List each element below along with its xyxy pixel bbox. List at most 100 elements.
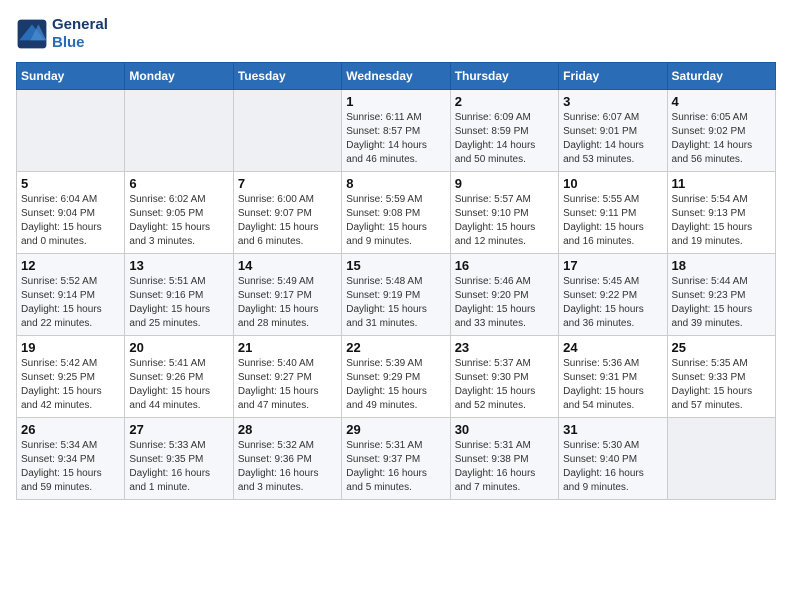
calendar-cell: 2 Sunrise: 6:09 AM Sunset: 8:59 PM Daylig… bbox=[450, 90, 558, 172]
day-number: 4 bbox=[672, 94, 771, 109]
calendar-cell: 11 Sunrise: 5:54 AM Sunset: 9:13 PM Dayli… bbox=[667, 172, 775, 254]
calendar-cell: 16 Sunrise: 5:46 AM Sunset: 9:20 PM Dayli… bbox=[450, 254, 558, 336]
calendar-cell: 13Sunrise: 5:51 AM Sunset: 9:16 PM Dayli… bbox=[125, 254, 233, 336]
day-number: 25 bbox=[672, 340, 771, 355]
day-info: Sunrise: 5:36 AM Sunset: 9:31 PM Dayligh… bbox=[563, 357, 662, 413]
day-header-saturday: Saturday bbox=[667, 63, 775, 90]
day-info: Sunrise: 6:07 AM Sunset: 9:01 PM Dayligh… bbox=[563, 111, 662, 167]
day-header-thursday: Thursday bbox=[450, 63, 558, 90]
day-info: Sunrise: 5:39 AM Sunset: 9:29 PM Dayligh… bbox=[346, 357, 445, 413]
calendar-cell bbox=[667, 418, 775, 500]
day-number: 23 bbox=[455, 340, 554, 355]
day-info: Sunrise: 5:40 AM Sunset: 9:27 PM Dayligh… bbox=[238, 357, 337, 413]
day-info: Sunrise: 5:37 AM Sunset: 9:30 PM Dayligh… bbox=[455, 357, 554, 413]
day-info: Sunrise: 5:31 AM Sunset: 9:38 PM Dayligh… bbox=[455, 439, 554, 495]
calendar-cell: 14 Sunrise: 5:49 AM Sunset: 9:17 PM Dayli… bbox=[233, 254, 341, 336]
logo-icon bbox=[16, 18, 48, 50]
logo-text: General Blue bbox=[52, 16, 108, 52]
day-number: 24 bbox=[563, 340, 662, 355]
day-info: Sunrise: 6:04 AM Sunset: 9:04 PM Dayligh… bbox=[21, 193, 120, 249]
calendar-cell bbox=[233, 90, 341, 172]
day-number: 20 bbox=[129, 340, 228, 355]
calendar-cell: 30 Sunrise: 5:31 AM Sunset: 9:38 PM Dayli… bbox=[450, 418, 558, 500]
calendar-cell: 15Sunrise: 5:48 AM Sunset: 9:19 PM Dayli… bbox=[342, 254, 450, 336]
calendar-cell: 18Sunrise: 5:44 AM Sunset: 9:23 PM Dayli… bbox=[667, 254, 775, 336]
day-number: 17 bbox=[563, 258, 662, 273]
calendar-cell: 23 Sunrise: 5:37 AM Sunset: 9:30 PM Dayli… bbox=[450, 336, 558, 418]
day-info: Sunrise: 5:54 AM Sunset: 9:13 PM Dayligh… bbox=[672, 193, 771, 249]
calendar-body: 1Sunrise: 6:11 AM Sunset: 8:57 PM Daylig… bbox=[17, 90, 776, 500]
calendar-week-3: 12 Sunrise: 5:52 AM Sunset: 9:14 PM Dayli… bbox=[17, 254, 776, 336]
day-number: 10 bbox=[563, 176, 662, 191]
calendar-cell: 20 Sunrise: 5:41 AM Sunset: 9:26 PM Dayli… bbox=[125, 336, 233, 418]
calendar-week-5: 26Sunrise: 5:34 AM Sunset: 9:34 PM Dayli… bbox=[17, 418, 776, 500]
calendar-cell: 12 Sunrise: 5:52 AM Sunset: 9:14 PM Dayli… bbox=[17, 254, 125, 336]
day-info: Sunrise: 6:02 AM Sunset: 9:05 PM Dayligh… bbox=[129, 193, 228, 249]
day-number: 14 bbox=[238, 258, 337, 273]
calendar-cell: 19Sunrise: 5:42 AM Sunset: 9:25 PM Dayli… bbox=[17, 336, 125, 418]
day-info: Sunrise: 5:34 AM Sunset: 9:34 PM Dayligh… bbox=[21, 439, 120, 495]
calendar-week-1: 1Sunrise: 6:11 AM Sunset: 8:57 PM Daylig… bbox=[17, 90, 776, 172]
calendar-cell: 8 Sunrise: 5:59 AM Sunset: 9:08 PM Daylig… bbox=[342, 172, 450, 254]
day-number: 8 bbox=[346, 176, 445, 191]
day-header-friday: Friday bbox=[559, 63, 667, 90]
day-info: Sunrise: 5:42 AM Sunset: 9:25 PM Dayligh… bbox=[21, 357, 120, 413]
day-info: Sunrise: 5:59 AM Sunset: 9:08 PM Dayligh… bbox=[346, 193, 445, 249]
day-number: 21 bbox=[238, 340, 337, 355]
day-number: 31 bbox=[563, 422, 662, 437]
day-info: Sunrise: 5:48 AM Sunset: 9:19 PM Dayligh… bbox=[346, 275, 445, 331]
day-info: Sunrise: 5:49 AM Sunset: 9:17 PM Dayligh… bbox=[238, 275, 337, 331]
day-info: Sunrise: 5:46 AM Sunset: 9:20 PM Dayligh… bbox=[455, 275, 554, 331]
day-header-tuesday: Tuesday bbox=[233, 63, 341, 90]
calendar-cell: 25 Sunrise: 5:35 AM Sunset: 9:33 PM Dayli… bbox=[667, 336, 775, 418]
day-info: Sunrise: 5:33 AM Sunset: 9:35 PM Dayligh… bbox=[129, 439, 228, 495]
day-number: 5 bbox=[21, 176, 120, 191]
calendar-header-row: SundayMondayTuesdayWednesdayThursdayFrid… bbox=[17, 63, 776, 90]
day-info: Sunrise: 5:52 AM Sunset: 9:14 PM Dayligh… bbox=[21, 275, 120, 331]
day-number: 2 bbox=[455, 94, 554, 109]
day-info: Sunrise: 6:09 AM Sunset: 8:59 PM Dayligh… bbox=[455, 111, 554, 167]
day-info: Sunrise: 5:41 AM Sunset: 9:26 PM Dayligh… bbox=[129, 357, 228, 413]
calendar-cell: 1Sunrise: 6:11 AM Sunset: 8:57 PM Daylig… bbox=[342, 90, 450, 172]
day-number: 22 bbox=[346, 340, 445, 355]
calendar-cell: 7Sunrise: 6:00 AM Sunset: 9:07 PM Daylig… bbox=[233, 172, 341, 254]
calendar-cell: 4 Sunrise: 6:05 AM Sunset: 9:02 PM Daylig… bbox=[667, 90, 775, 172]
day-info: Sunrise: 6:05 AM Sunset: 9:02 PM Dayligh… bbox=[672, 111, 771, 167]
calendar-table: SundayMondayTuesdayWednesdayThursdayFrid… bbox=[16, 62, 776, 500]
day-number: 30 bbox=[455, 422, 554, 437]
day-number: 16 bbox=[455, 258, 554, 273]
day-header-monday: Monday bbox=[125, 63, 233, 90]
day-number: 12 bbox=[21, 258, 120, 273]
day-info: Sunrise: 5:30 AM Sunset: 9:40 PM Dayligh… bbox=[563, 439, 662, 495]
day-info: Sunrise: 5:55 AM Sunset: 9:11 PM Dayligh… bbox=[563, 193, 662, 249]
calendar-cell: 31 Sunrise: 5:30 AM Sunset: 9:40 PM Dayli… bbox=[559, 418, 667, 500]
calendar-cell: 29 Sunrise: 5:31 AM Sunset: 9:37 PM Dayli… bbox=[342, 418, 450, 500]
page-header: General Blue bbox=[16, 16, 776, 52]
day-number: 13 bbox=[129, 258, 228, 273]
calendar-week-4: 19Sunrise: 5:42 AM Sunset: 9:25 PM Dayli… bbox=[17, 336, 776, 418]
day-info: Sunrise: 5:57 AM Sunset: 9:10 PM Dayligh… bbox=[455, 193, 554, 249]
calendar-cell bbox=[125, 90, 233, 172]
day-number: 9 bbox=[455, 176, 554, 191]
day-info: Sunrise: 6:00 AM Sunset: 9:07 PM Dayligh… bbox=[238, 193, 337, 249]
calendar-cell: 6 Sunrise: 6:02 AM Sunset: 9:05 PM Daylig… bbox=[125, 172, 233, 254]
day-info: Sunrise: 5:31 AM Sunset: 9:37 PM Dayligh… bbox=[346, 439, 445, 495]
day-number: 6 bbox=[129, 176, 228, 191]
calendar-cell: 17 Sunrise: 5:45 AM Sunset: 9:22 PM Dayli… bbox=[559, 254, 667, 336]
day-number: 29 bbox=[346, 422, 445, 437]
calendar-cell: 28Sunrise: 5:32 AM Sunset: 9:36 PM Dayli… bbox=[233, 418, 341, 500]
day-number: 11 bbox=[672, 176, 771, 191]
calendar-cell: 3Sunrise: 6:07 AM Sunset: 9:01 PM Daylig… bbox=[559, 90, 667, 172]
calendar-cell: 24 Sunrise: 5:36 AM Sunset: 9:31 PM Dayli… bbox=[559, 336, 667, 418]
calendar-cell: 27Sunrise: 5:33 AM Sunset: 9:35 PM Dayli… bbox=[125, 418, 233, 500]
day-header-wednesday: Wednesday bbox=[342, 63, 450, 90]
calendar-cell: 9 Sunrise: 5:57 AM Sunset: 9:10 PM Daylig… bbox=[450, 172, 558, 254]
logo: General Blue bbox=[16, 16, 108, 52]
day-number: 1 bbox=[346, 94, 445, 109]
day-info: Sunrise: 5:45 AM Sunset: 9:22 PM Dayligh… bbox=[563, 275, 662, 331]
calendar-week-2: 5 Sunrise: 6:04 AM Sunset: 9:04 PM Daylig… bbox=[17, 172, 776, 254]
calendar-cell: 26Sunrise: 5:34 AM Sunset: 9:34 PM Dayli… bbox=[17, 418, 125, 500]
day-info: Sunrise: 5:35 AM Sunset: 9:33 PM Dayligh… bbox=[672, 357, 771, 413]
calendar-cell: 10 Sunrise: 5:55 AM Sunset: 9:11 PM Dayli… bbox=[559, 172, 667, 254]
day-header-sunday: Sunday bbox=[17, 63, 125, 90]
